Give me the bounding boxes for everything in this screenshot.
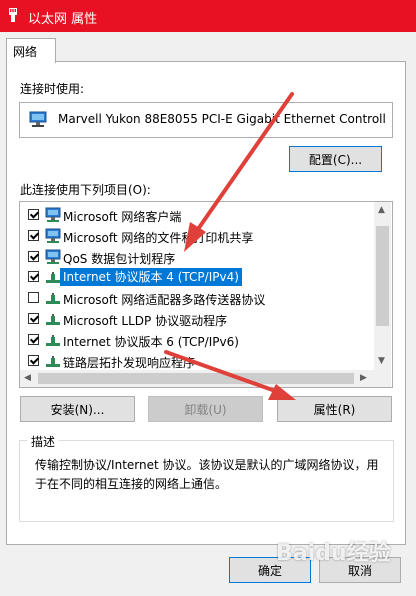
connect-using-label: 连接时使用: — [20, 82, 85, 96]
item-checkbox[interactable] — [28, 209, 39, 220]
title-bar[interactable]: 以太网 属性 — [0, 0, 416, 32]
protocol-icon — [45, 353, 61, 369]
window-title: 以太网 属性 — [28, 12, 98, 27]
scroll-corner — [374, 370, 391, 387]
item-checkbox[interactable] — [28, 292, 39, 304]
item-label: Internet 协议版本 6 (TCP/IPv6) — [63, 334, 239, 349]
properties-button[interactable]: 属性(R) — [277, 396, 392, 422]
items-label: 此连接使用下列项目(O): — [20, 183, 151, 197]
uninstall-button[interactable]: 卸载(U) — [148, 396, 263, 422]
adapter-box: Marvell Yukon 88E8055 PCI-E Gigabit Ethe… — [19, 102, 393, 138]
horizontal-scroll-thumb[interactable] — [38, 373, 354, 384]
item-label: Microsoft 网络适配器多路传送器协议 — [63, 293, 266, 308]
configure-button[interactable]: 配置(C)... — [289, 146, 382, 172]
scroll-right-icon[interactable]: ▶ — [360, 373, 367, 383]
item-label: Microsoft 网络客户端 — [63, 210, 182, 224]
list-item[interactable]: QoS 数据包计划程序 — [20, 247, 370, 267]
vertical-scrollbar[interactable]: ▲ ▼ — [374, 202, 391, 370]
item-checkbox[interactable] — [28, 271, 39, 283]
components-list[interactable]: Microsoft 网络客户端 Microsoft 网络的文件和打印机共享 QoS … — [19, 201, 393, 388]
protocol-icon — [45, 290, 61, 306]
scroll-down-icon[interactable]: ▼ — [378, 356, 385, 366]
tab-network[interactable]: 网络 — [6, 38, 56, 63]
scroll-up-icon[interactable]: ▲ — [378, 205, 385, 215]
list-item[interactable]: Microsoft 网络客户端 — [20, 205, 370, 225]
description-label: 描述 — [27, 433, 60, 450]
network-adapter-icon — [29, 111, 47, 127]
item-label: Microsoft 网络的文件和打印机共享 — [63, 230, 254, 245]
list-item[interactable]: 链路层拓扑发现响应程序 — [20, 351, 370, 371]
qos-icon — [45, 249, 61, 265]
item-label: Microsoft LLDP 协议驱动程序 — [63, 314, 228, 328]
vertical-scroll-thumb[interactable] — [376, 226, 389, 326]
install-button[interactable]: 安装(N)... — [20, 396, 135, 422]
protocol-icon — [45, 269, 61, 285]
item-label: Internet 协议版本 4 (TCP/IPv4) — [60, 268, 242, 287]
adapter-name: Marvell Yukon 88E8055 PCI-E Gigabit Ethe… — [58, 112, 386, 126]
item-checkbox[interactable] — [28, 229, 39, 241]
item-checkbox[interactable] — [28, 313, 39, 324]
tab-network-label: 网络 — [13, 45, 38, 59]
list-item[interactable]: Microsoft 网络适配器多路传送器协议 — [20, 288, 370, 308]
list-item[interactable]: Microsoft 网络的文件和打印机共享 — [20, 226, 370, 246]
item-checkbox[interactable] — [28, 250, 39, 262]
protocol-icon — [45, 332, 61, 348]
ethernet-plug-icon — [9, 8, 17, 22]
item-label: 链路层拓扑发现响应程序 — [63, 355, 196, 370]
scroll-left-icon[interactable]: ◀ — [24, 373, 31, 383]
protocol-icon — [45, 311, 61, 327]
description-text: 传输控制协议/Internet 协议。该协议是默认的广域网络协议，用于在不同的相… — [35, 458, 379, 491]
list-item[interactable]: Microsoft LLDP 协议驱动程序 — [20, 309, 370, 329]
file-printer-share-icon — [45, 228, 61, 244]
item-checkbox[interactable] — [28, 354, 39, 366]
watermark: Baidu经验 — [276, 541, 391, 566]
item-checkbox[interactable] — [28, 333, 39, 345]
list-item[interactable]: Internet 协议版本 4 (TCP/IPv4) — [20, 267, 370, 287]
horizontal-scrollbar[interactable]: ◀ ▶ — [20, 370, 374, 387]
item-label: QoS 数据包计划程序 — [63, 251, 176, 266]
network-client-icon — [45, 207, 61, 223]
list-item[interactable]: Internet 协议版本 6 (TCP/IPv6) — [20, 330, 370, 350]
